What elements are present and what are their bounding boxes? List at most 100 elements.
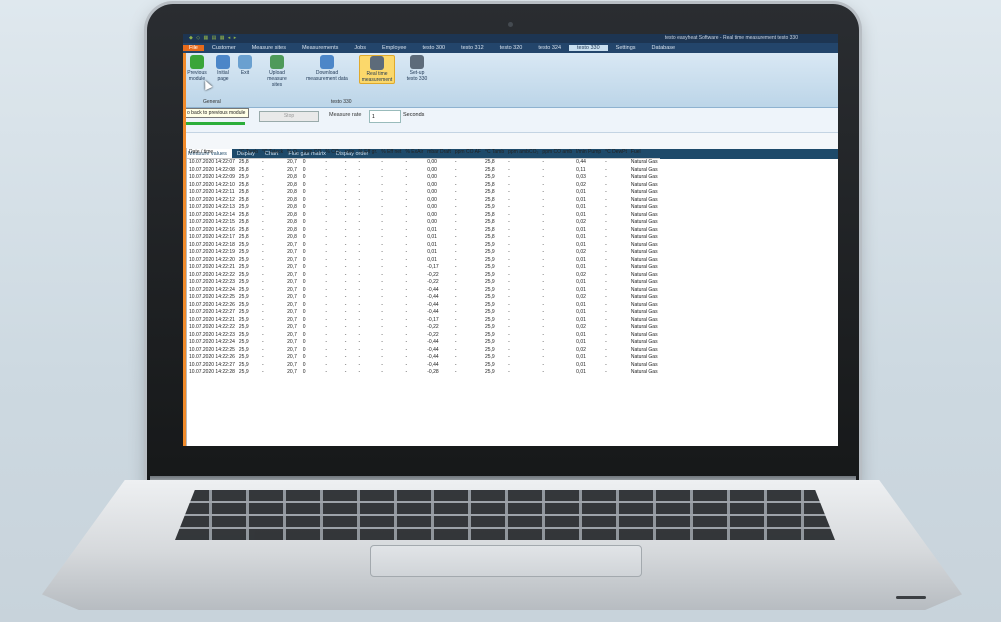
menu-file[interactable]: File <box>183 45 204 51</box>
table-row[interactable]: 10.07.2020 14:22:15 25,8-20,8 0- - - - -0,00-2… <box>187 219 660 227</box>
column-header[interactable]: °C Tamb <box>236 148 261 159</box>
table-cell: - <box>381 166 383 173</box>
table-row[interactable]: 10.07.2020 14:22:08 25,8-20,7 0- - - - -0,00-2… <box>187 167 660 175</box>
ribbon-previous-module-button[interactable]: Previous module <box>185 55 209 82</box>
column-header[interactable]: % Eff gr. <box>356 148 380 159</box>
table-row[interactable]: 10.07.2020 14:22:18 25,9-20,7 0- - - - -0,01-2… <box>187 242 660 250</box>
table-row[interactable]: 10.07.2020 14:22:11 25,8-20,8 0- - - - -0,00-2… <box>187 189 660 197</box>
menu-item-testo-312[interactable]: testo 312 <box>453 45 492 51</box>
table-cell: - <box>325 286 328 293</box>
table-cell: 0,00 <box>427 181 437 188</box>
ribbon-exit-button[interactable]: Exit <box>233 55 257 76</box>
table-row[interactable]: 10.07.2020 14:22:27 25,9-20,7 0- - - - - -0,44-… <box>187 309 660 317</box>
table-cell: 20,8 <box>287 181 297 188</box>
measure-rate-input[interactable] <box>369 110 401 123</box>
menu-item-settings[interactable]: Settings <box>608 45 644 51</box>
column-header[interactable]: % ExAir <box>403 148 426 159</box>
menu-item-testo-330[interactable]: testo 330 <box>569 45 608 51</box>
column-header[interactable]: % CO₂ <box>323 148 343 159</box>
table-row[interactable]: 10.07.2020 14:22:14 25,8-20,8 0- - - - -0,00-2… <box>187 212 660 220</box>
column-header[interactable]: l/min Pump <box>574 148 604 159</box>
ribbon-upload-measure-sites-button[interactable]: Upload measure sites <box>265 55 289 88</box>
table-cell: - <box>454 264 457 270</box>
table-cell: Natural Gas <box>630 219 658 225</box>
table-cell: - <box>381 324 383 330</box>
column-header[interactable]: ratio <box>342 148 357 159</box>
table-row[interactable]: 10.07.2020 14:22:10 25,8-20,8 0- - - - -0,00-2… <box>187 182 660 190</box>
table-row[interactable]: 10.07.2020 14:22:22 25,9-20,7 0- - - - - -0,22-… <box>187 272 660 280</box>
table-cell: 25,9 <box>238 301 249 308</box>
ribbon-real-time-measurement-button[interactable]: Real time measurement <box>359 55 395 84</box>
column-header[interactable]: ppm ambCO₂ <box>506 148 541 159</box>
column-header[interactable]: Date / time <box>187 148 237 159</box>
menu-item-measurements[interactable]: Measurements <box>294 45 346 51</box>
table-cell: - <box>542 316 545 323</box>
table-row[interactable]: 10.07.2020 14:22:07 25,8-20,7 0- - - - -0,00-2… <box>187 159 660 167</box>
ribbon-initial-page-button[interactable]: Initial page <box>211 55 235 82</box>
menu-item-measure-sites[interactable]: Measure sites <box>244 45 294 51</box>
menu-item-testo-300[interactable]: testo 300 <box>414 45 453 51</box>
ribbon-download-measurement-data-button[interactable]: Download measurement data <box>303 55 351 82</box>
table-row[interactable]: 10.07.2020 14:22:24 25,9-20,7 0- - - - - -0,44-… <box>187 339 660 347</box>
menu-item-database[interactable]: Database <box>644 45 684 51</box>
table-cell: - <box>344 189 347 195</box>
table-row[interactable]: 10.07.2020 14:22:09 25,9-20,8 0- - - - -0,00-2… <box>187 174 660 182</box>
table-row[interactable]: 10.07.2020 14:22:13 25,9-20,8 0- - - - -0,00-2… <box>187 204 660 212</box>
table-cell: -0,44 <box>427 339 439 345</box>
menu-item-jobs[interactable]: Jobs <box>346 45 374 51</box>
trackpad <box>370 545 642 577</box>
table-cell: 0,11 <box>576 166 586 173</box>
table-row[interactable]: 10.07.2020 14:22:26 25,9-20,7 0- - - - - -0,44-… <box>187 354 660 362</box>
table-row[interactable]: 10.07.2020 14:22:26 25,9-20,7 0- - - - - -0,44-… <box>187 302 660 310</box>
column-header[interactable]: °C Tstack <box>260 148 286 159</box>
menu-item-testo-320[interactable]: testo 320 <box>492 45 531 51</box>
table-cell: - <box>508 301 510 308</box>
table-row[interactable]: 10.07.2020 14:22:22 25,9-20,7 0- - - - - -0,22-… <box>187 324 660 332</box>
quick-access-toolbar[interactable]: ◆ ◇ ▦ ▤ ▦ ◂ ▸ <box>189 34 237 43</box>
table-row[interactable]: 10.07.2020 14:22:21 25,9-20,7 0- - - - - -0,17-… <box>187 264 660 272</box>
column-header[interactable]: % O₂ <box>285 148 301 159</box>
column-header[interactable]: °C Tamb <box>482 148 507 159</box>
menu-item-testo-324[interactable]: testo 324 <box>530 45 569 51</box>
column-header[interactable]: ppm CO amb <box>540 148 575 159</box>
table-cell: - <box>405 219 408 225</box>
title-bar: ◆ ◇ ▦ ▤ ▦ ◂ ▸ testo easyheat Software - … <box>183 34 838 43</box>
column-header[interactable]: % Eff net <box>379 148 404 159</box>
table-row[interactable]: 10.07.2020 14:22:16 25,8-20,8 0- - - - -0,01-2… <box>187 227 660 235</box>
table-row[interactable]: 10.07.2020 14:22:24 25,9-20,7 0- - - - - -0,44-… <box>187 287 660 295</box>
table-cell: - <box>542 249 545 255</box>
table-cell: - <box>508 189 510 195</box>
column-header[interactable]: °C DewPt <box>603 148 629 159</box>
table-cell: Natural Gas <box>630 346 658 353</box>
table-row[interactable]: 10.07.2020 14:22:23 25,9-20,7 0- - - - - -0,22-… <box>187 279 660 287</box>
table-row[interactable]: 10.07.2020 14:22:25 25,9-20,7 0- - - - - -0,44-… <box>187 347 660 355</box>
setup-icon <box>410 55 424 69</box>
table-row[interactable]: 10.07.2020 14:22:12 25,8-20,8 0- - - - -0,00-2… <box>187 197 660 205</box>
table-cell: - <box>381 249 383 255</box>
table-cell: - <box>405 309 408 315</box>
stop-button[interactable]: Stop <box>259 111 319 122</box>
table-row[interactable]: 10.07.2020 14:22:20 25,9-20,7 0- - - - -0,01-2… <box>187 257 660 265</box>
menu-item-employee[interactable]: Employee <box>374 45 414 51</box>
table-cell: 25,9 <box>484 249 495 255</box>
table-cell: 10.07.2020 14:22:25 <box>189 346 235 353</box>
table-row[interactable]: 10.07.2020 14:22:28 25,9-20,7 0- - - - - -0,28-… <box>187 369 660 377</box>
ribbon-set-up-testo-330-button[interactable]: Set-up testo 330 <box>405 55 429 82</box>
menu-item-customer[interactable]: Customer <box>204 45 244 51</box>
table-row[interactable]: 10.07.2020 14:22:23 25,9-20,7 0- - - - - -0,22-… <box>187 332 660 340</box>
table-cell: 0 <box>302 354 306 360</box>
table-cell: - <box>262 249 264 255</box>
table-row[interactable]: 10.07.2020 14:22:21 25,9-20,7 0- - - - - -0,17-… <box>187 317 660 325</box>
column-header[interactable]: ppm CO AF <box>452 148 483 159</box>
column-header[interactable]: mbar Draft <box>425 148 453 159</box>
table-cell: - <box>358 346 361 353</box>
table-row[interactable]: 10.07.2020 14:22:19 25,9-20,7 0- - - - -0,01-2… <box>187 249 660 257</box>
table-row[interactable]: 10.07.2020 14:22:27 25,9-20,7 0- - - - - -0,44-… <box>187 362 660 370</box>
table-row[interactable]: 10.07.2020 14:22:25 25,9-20,7 0- - - - - -0,44-… <box>187 294 660 302</box>
column-header[interactable]: Fuel <box>628 148 660 159</box>
table-cell: 10.07.2020 14:22:24 <box>189 286 235 293</box>
table-row[interactable]: 10.07.2020 14:22:17 25,8-20,8 0- - - - -0,01-2… <box>187 234 660 242</box>
column-header[interactable]: ppm CO <box>300 148 324 159</box>
table-cell: 25,9 <box>238 331 249 338</box>
measure-values-grid: Date / time °C Tamb °C Tstack% O₂ ppm CO% C… <box>186 148 837 446</box>
